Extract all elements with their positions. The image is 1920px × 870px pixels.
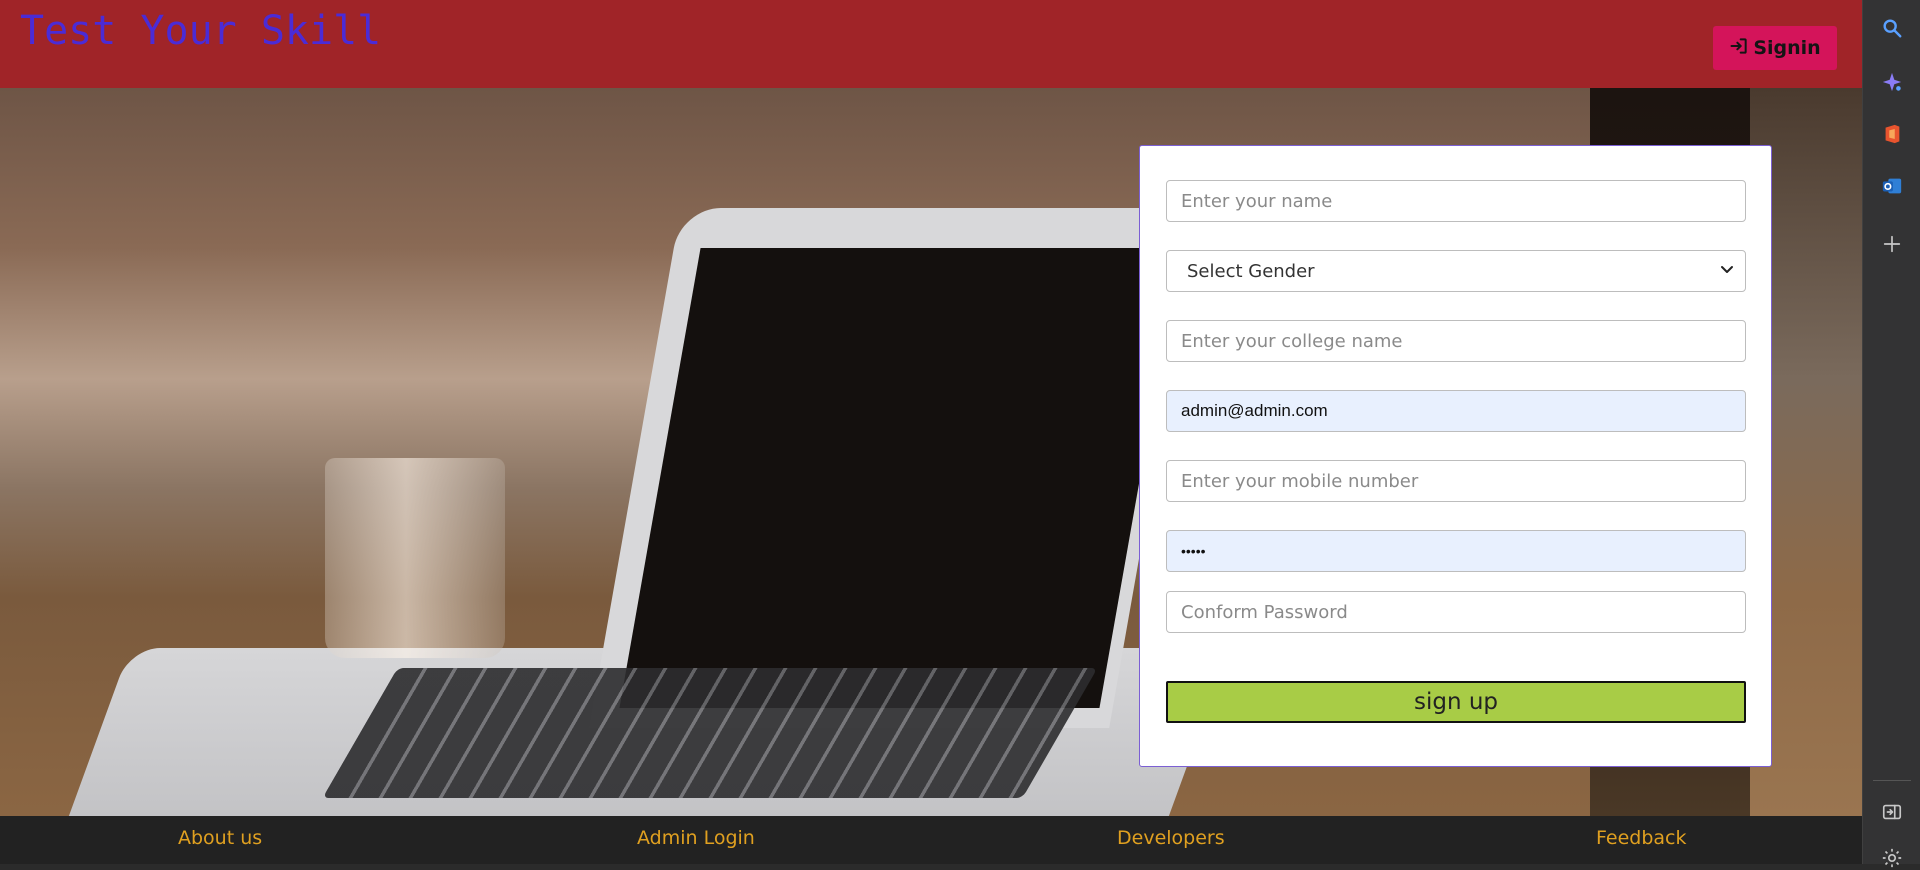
mobile-placeholder: Enter your mobile number xyxy=(1181,470,1419,492)
sidebar-divider xyxy=(1873,780,1911,781)
college-placeholder: Enter your college name xyxy=(1181,330,1403,352)
mobile-input[interactable]: Enter your mobile number xyxy=(1166,460,1746,502)
signin-label: Signin xyxy=(1753,37,1821,59)
browser-sidebar xyxy=(1862,0,1920,868)
email-value: admin@admin.com xyxy=(1181,401,1328,420)
footer-link-developers[interactable]: Developers xyxy=(1117,827,1225,849)
header-bar: Test Your Skill Signin xyxy=(0,0,1862,88)
signin-icon xyxy=(1729,36,1749,61)
footer-link-about[interactable]: About us xyxy=(178,827,262,849)
signin-button[interactable]: Signin xyxy=(1713,26,1837,70)
outlook-icon[interactable] xyxy=(1880,174,1904,198)
footer-bar: About us Admin Login Developers Feedback xyxy=(0,816,1862,864)
copilot-sparkle-icon[interactable] xyxy=(1880,70,1904,94)
split-panel-icon[interactable] xyxy=(1880,800,1904,824)
confirm-password-input[interactable]: Conform Password xyxy=(1166,591,1746,633)
chevron-down-icon xyxy=(1719,261,1735,282)
password-value: ••••• xyxy=(1181,543,1206,559)
password-input[interactable]: ••••• xyxy=(1166,530,1746,572)
gender-select[interactable]: Select Gender xyxy=(1166,250,1746,292)
laptop-screen-image xyxy=(619,248,1181,708)
footer-link-feedback[interactable]: Feedback xyxy=(1596,827,1686,849)
footer-link-admin-login[interactable]: Admin Login xyxy=(637,827,755,849)
confirm-password-placeholder: Conform Password xyxy=(1181,601,1348,623)
signup-form-card: Enter your name Select Gender Enter your… xyxy=(1139,145,1772,767)
search-icon[interactable] xyxy=(1880,16,1904,40)
page: Test Your Skill Signin Enter your name S… xyxy=(0,0,1862,864)
gender-selected-value: Select Gender xyxy=(1187,260,1315,282)
office-icon[interactable] xyxy=(1880,122,1904,146)
name-input[interactable]: Enter your name xyxy=(1166,180,1746,222)
settings-icon[interactable] xyxy=(1880,846,1904,870)
brand-title[interactable]: Test Your Skill xyxy=(20,8,381,54)
signup-button[interactable]: sign up xyxy=(1166,681,1746,723)
add-icon[interactable] xyxy=(1880,232,1904,256)
name-placeholder: Enter your name xyxy=(1181,190,1333,212)
college-input[interactable]: Enter your college name xyxy=(1166,320,1746,362)
laptop-keyboard-image xyxy=(322,668,1098,798)
water-glass-image xyxy=(325,458,505,658)
email-input[interactable]: admin@admin.com xyxy=(1166,390,1746,432)
